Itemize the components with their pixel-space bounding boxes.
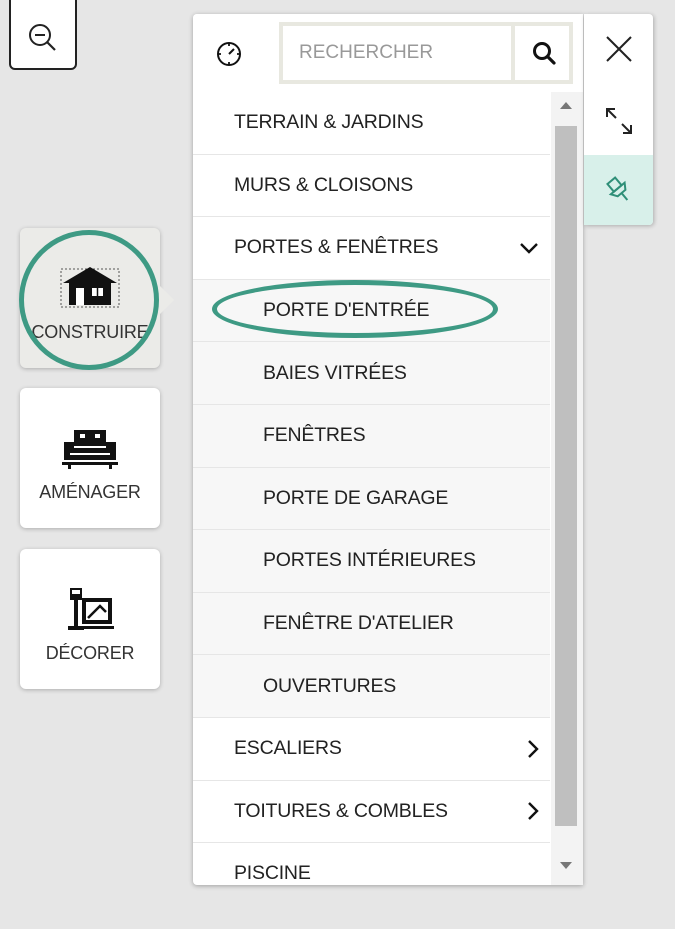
scrollbar-thumb[interactable] [555, 126, 577, 826]
menu-item-label: PORTES & FENÊTRES [234, 236, 439, 259]
zoom-out-button[interactable] [9, 0, 77, 70]
compass-icon[interactable] [215, 40, 243, 68]
menu-subitem-porte-entree[interactable]: PORTE D'ENTRÉE [193, 279, 550, 343]
search-icon [533, 42, 556, 65]
scroll-up-arrow-icon[interactable] [560, 102, 572, 109]
menu-item-portes-fenetres[interactable]: PORTES & FENÊTRES [193, 217, 550, 280]
menu-item-label: PORTES INTÉRIEURES [263, 549, 476, 572]
menu-item-terrain-jardins[interactable]: TERRAIN & JARDINS [193, 92, 550, 155]
expand-button[interactable] [584, 86, 653, 156]
menu-item-label: OUVERTURES [263, 674, 397, 697]
panel-tools [584, 14, 653, 225]
category-construire[interactable]: CONSTRUIRE [20, 228, 160, 368]
menu-item-label: FENÊTRE D'ATELIER [263, 612, 454, 635]
menu-item-label: FENÊTRES [263, 424, 366, 447]
menu-item-label: TOITURES & COMBLES [234, 799, 448, 822]
sofa-icon [60, 424, 120, 472]
category-list: TERRAIN & JARDINS MURS & CLOISONS PORTES… [193, 92, 550, 885]
category-label: DÉCORER [45, 643, 135, 663]
close-button[interactable] [584, 14, 653, 84]
menu-item-label: MURS & CLOISONS [234, 173, 414, 196]
menu-item-murs-cloisons[interactable]: MURS & CLOISONS [193, 155, 550, 218]
category-decorer[interactable]: DÉCORER [20, 549, 160, 689]
menu-item-label: BAIES VITRÉES [263, 361, 407, 384]
menu-subitem-porte-garage[interactable]: PORTE DE GARAGE [193, 467, 550, 531]
active-pointer [160, 286, 174, 314]
category-amenager[interactable]: AMÉNAGER [20, 388, 160, 528]
menu-item-label: TERRAIN & JARDINS [234, 111, 424, 134]
search-input[interactable] [283, 26, 509, 80]
menu-subitem-fenetres[interactable]: FENÊTRES [193, 404, 550, 468]
menu-item-piscine[interactable]: PISCINE [193, 843, 550, 885]
category-label: AMÉNAGER [39, 482, 141, 502]
menu-subitem-portes-interieures[interactable]: PORTES INTÉRIEURES [193, 530, 550, 593]
menu-subitem-baies-vitrees[interactable]: BAIES VITRÉES [193, 342, 550, 405]
expand-icon [605, 108, 632, 134]
menu-subitem-ouvertures[interactable]: OUVERTURES [193, 655, 550, 718]
zoom-out-icon [29, 24, 56, 51]
pin-icon [605, 176, 628, 201]
pin-button[interactable] [584, 155, 653, 225]
search-button[interactable] [511, 26, 573, 80]
menu-item-label: PORTE D'ENTRÉE [263, 299, 430, 322]
search-box [279, 22, 573, 84]
chevron-down-icon [520, 243, 538, 254]
scroll-down-arrow-icon[interactable] [560, 862, 572, 869]
menu-item-label: ESCALIERS [234, 737, 342, 760]
category-label: CONSTRUIRE [31, 322, 149, 342]
scrollbar[interactable] [551, 92, 583, 885]
catalog-panel: TERRAIN & JARDINS MURS & CLOISONS PORTES… [193, 14, 583, 885]
lamp-frame-icon [60, 585, 120, 633]
menu-item-toitures-combles[interactable]: TOITURES & COMBLES [193, 781, 550, 844]
menu-subitem-fenetre-atelier[interactable]: FENÊTRE D'ATELIER [193, 592, 550, 656]
menu-item-label: PISCINE [234, 862, 311, 885]
chevron-right-icon [528, 802, 539, 821]
menu-item-escaliers[interactable]: ESCALIERS [193, 718, 550, 781]
chevron-right-icon [528, 739, 539, 758]
menu-item-label: PORTE DE GARAGE [263, 486, 449, 509]
close-icon [605, 36, 632, 62]
house-icon [55, 262, 125, 310]
search-bar [193, 14, 583, 92]
